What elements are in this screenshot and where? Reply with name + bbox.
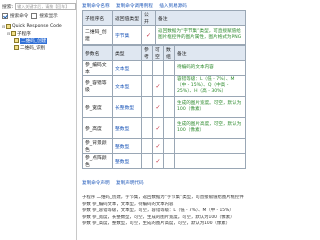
table-header-row: 子程序名 返回值类型 公开 备注 bbox=[82, 10, 246, 26]
param-array bbox=[163, 138, 175, 154]
param-ref bbox=[141, 117, 153, 139]
param-ref bbox=[141, 96, 153, 118]
subroutine-icon bbox=[14, 38, 19, 43]
return-type: 字节集 bbox=[112, 25, 142, 45]
table-row: 参_编码文本 文本型 待编码的文本内容 bbox=[82, 60, 246, 76]
code-line: 子程序 二维码_创建，字节集，返回数据为“字节集”类型，可直接赋值给图片框控件 bbox=[82, 195, 244, 200]
param-note: 待编码的文本内容 bbox=[174, 60, 246, 76]
param-nullable: ✓ bbox=[152, 138, 164, 154]
table-row: 参_高度 整数型 ✓ 生成的图片高度，可空，默认为100（像素） bbox=[82, 117, 246, 139]
param-ref bbox=[141, 153, 153, 169]
param-name: 参_编码文本 bbox=[82, 60, 113, 76]
param-nullable: ✓ bbox=[152, 117, 164, 139]
param-array bbox=[163, 96, 175, 118]
param-type: 整数型 bbox=[112, 138, 142, 154]
param-name: 参_容错等级 bbox=[82, 75, 113, 97]
tree-item-label: 二维码_识别 bbox=[20, 45, 46, 51]
col-header: 备注 bbox=[155, 10, 246, 26]
table-row: 二维码_创建 字节集 ✓ 返回数据为“字节集”类型，可直接赋值给图片框控件的图片… bbox=[82, 25, 246, 45]
col-header: 返回值类型 bbox=[112, 10, 142, 26]
param-note: 生成的图片宽度。可空，默认为100（像素） bbox=[174, 96, 246, 118]
search-input[interactable]: 输入关键字后，请按【回车】 bbox=[15, 2, 76, 10]
module-icon bbox=[6, 24, 11, 29]
col-header: 可空 bbox=[152, 45, 164, 61]
param-nullable: ✓ bbox=[152, 153, 164, 169]
param-table: 参数名 类型 参考 可空 数组 备注 参_编码文本 文本型 待编码的文本内容 参… bbox=[82, 45, 246, 169]
doc-panel: 复制命令名称 复制命令调用例程 插入到易源码 子程序名 返回值类型 公开 备注 … bbox=[78, 0, 300, 240]
copy-call-link[interactable]: 复制命令调用例程 bbox=[116, 4, 153, 9]
param-ref bbox=[141, 138, 153, 154]
param-name: 参_点阵颜色 bbox=[82, 153, 113, 169]
search-display-label: 搜索显示 bbox=[39, 14, 58, 19]
copy-name-link[interactable]: 复制命令名称 bbox=[82, 4, 110, 9]
param-note bbox=[174, 153, 246, 169]
param-type: 整数型 bbox=[112, 153, 142, 169]
param-ref bbox=[141, 75, 153, 97]
declaration-code: 子程序 二维码_创建，字节集，返回数据为“字节集”类型，可直接赋值给图片框控件 … bbox=[82, 195, 296, 228]
param-type: 长整数型 bbox=[112, 96, 142, 118]
param-array bbox=[163, 75, 175, 97]
param-note bbox=[174, 138, 246, 154]
search-commands-label: 搜索命令 bbox=[10, 14, 29, 19]
module-tree: ⊟ Quick Response Code ⊟ 子程序 二维码_创建 二维码_识… bbox=[1, 23, 76, 51]
table-row: 参_背景颜色 整数型 ✓ bbox=[82, 138, 246, 154]
param-name: 参_宽度 bbox=[82, 96, 113, 118]
param-array bbox=[163, 153, 175, 169]
filter-row: 搜索命令 搜索显示 bbox=[2, 13, 58, 19]
public-check-icon: ✓ bbox=[141, 25, 156, 45]
col-header: 子程序名 bbox=[82, 10, 113, 26]
col-header: 参考 bbox=[141, 45, 153, 61]
table-header-row: 参数名 类型 参考 可空 数组 备注 bbox=[82, 45, 246, 61]
subroutine-table: 子程序名 返回值类型 公开 备注 二维码_创建 字节集 ✓ 返回数据为“字节集”… bbox=[82, 10, 246, 45]
code-line: 参数 参_编码文本，文本型，待编码的文本内容 bbox=[82, 201, 174, 207]
tree-item-recognize[interactable]: 二维码_识别 bbox=[1, 44, 76, 51]
tree-item-label: 二维码_创建 bbox=[20, 37, 48, 44]
search-row: 搜索: 输入关键字后，请按【回车】 bbox=[2, 2, 76, 10]
table-row: 参_容错等级 文本型 ✓ 容错等级：L（低 - 7%）、M（中 - 15%）、Q… bbox=[82, 75, 246, 97]
param-nullable: ✓ bbox=[152, 75, 164, 97]
bottom-links: 复制命令声明 复制声明代码 bbox=[82, 180, 149, 186]
param-name: 参_背景颜色 bbox=[82, 138, 113, 154]
top-links: 复制命令名称 复制命令调用例程 插入到易源码 bbox=[82, 3, 192, 9]
tree-panel: 搜索: 输入关键字后，请按【回车】 搜索命令 搜索显示 ⊟ Quick Resp… bbox=[0, 0, 77, 240]
copy-declaration-code-link[interactable]: 复制声明代码 bbox=[116, 181, 144, 186]
search-display-checkbox[interactable] bbox=[31, 13, 38, 19]
code-line: 参数 参_宽度，长整数型，可空，生成的图片宽度。可空，默认为100（像素） bbox=[82, 214, 235, 220]
code-line: 参数 参_容错等级，文本型，可空，容错等级：L（低 - 7%）、M（中 - 15… bbox=[82, 208, 234, 214]
param-array bbox=[163, 117, 175, 139]
col-header: 数组 bbox=[163, 45, 175, 61]
param-type: 文本型 bbox=[112, 75, 142, 97]
copy-declaration-link[interactable]: 复制命令声明 bbox=[82, 181, 110, 186]
subroutine-name: 二维码_创建 bbox=[82, 25, 113, 45]
param-type: 文本型 bbox=[112, 60, 142, 76]
tree-root[interactable]: ⊟ Quick Response Code bbox=[1, 23, 76, 30]
folder-icon bbox=[11, 31, 16, 36]
tree-root-label: Quick Response Code bbox=[12, 24, 62, 29]
param-array bbox=[163, 60, 175, 76]
col-header: 类型 bbox=[112, 45, 142, 61]
subroutine-icon bbox=[14, 45, 19, 50]
search-label: 搜索: bbox=[2, 4, 14, 10]
param-note: 容错等级：L（低 - 7%）、M（中 - 15%）、Q（中高 - 25%）、H（… bbox=[174, 75, 246, 97]
param-name: 参_高度 bbox=[82, 117, 113, 139]
insert-source-link[interactable]: 插入到易源码 bbox=[159, 4, 187, 9]
col-header: 备注 bbox=[174, 45, 246, 61]
param-type: 整数型 bbox=[112, 117, 142, 139]
param-nullable bbox=[152, 60, 164, 76]
col-header: 公开 bbox=[141, 10, 156, 26]
code-line: 参数 参_高度，整数型，可空，生成的图片高度，可空，默认为100（像素） bbox=[82, 221, 231, 227]
param-note: 生成的图片高度，可空，默认为100（像素） bbox=[174, 117, 246, 139]
search-commands-checkbox[interactable] bbox=[2, 13, 8, 19]
param-ref bbox=[141, 60, 153, 76]
tree-item-label: 子程序 bbox=[17, 31, 31, 37]
param-nullable: ✓ bbox=[152, 96, 164, 118]
subroutine-note: 返回数据为“字节集”类型，可直接赋值给图片框控件的图片属性，图片格式为PNG bbox=[155, 25, 246, 45]
tree-item-create[interactable]: 二维码_创建 bbox=[1, 37, 76, 44]
table-row: 参_宽度 长整数型 ✓ 生成的图片宽度。可空，默认为100（像素） bbox=[82, 96, 246, 118]
tree-item-subroutines[interactable]: ⊟ 子程序 bbox=[1, 30, 76, 37]
col-header: 参数名 bbox=[82, 45, 113, 61]
table-row: 参_点阵颜色 整数型 ✓ bbox=[82, 153, 246, 169]
